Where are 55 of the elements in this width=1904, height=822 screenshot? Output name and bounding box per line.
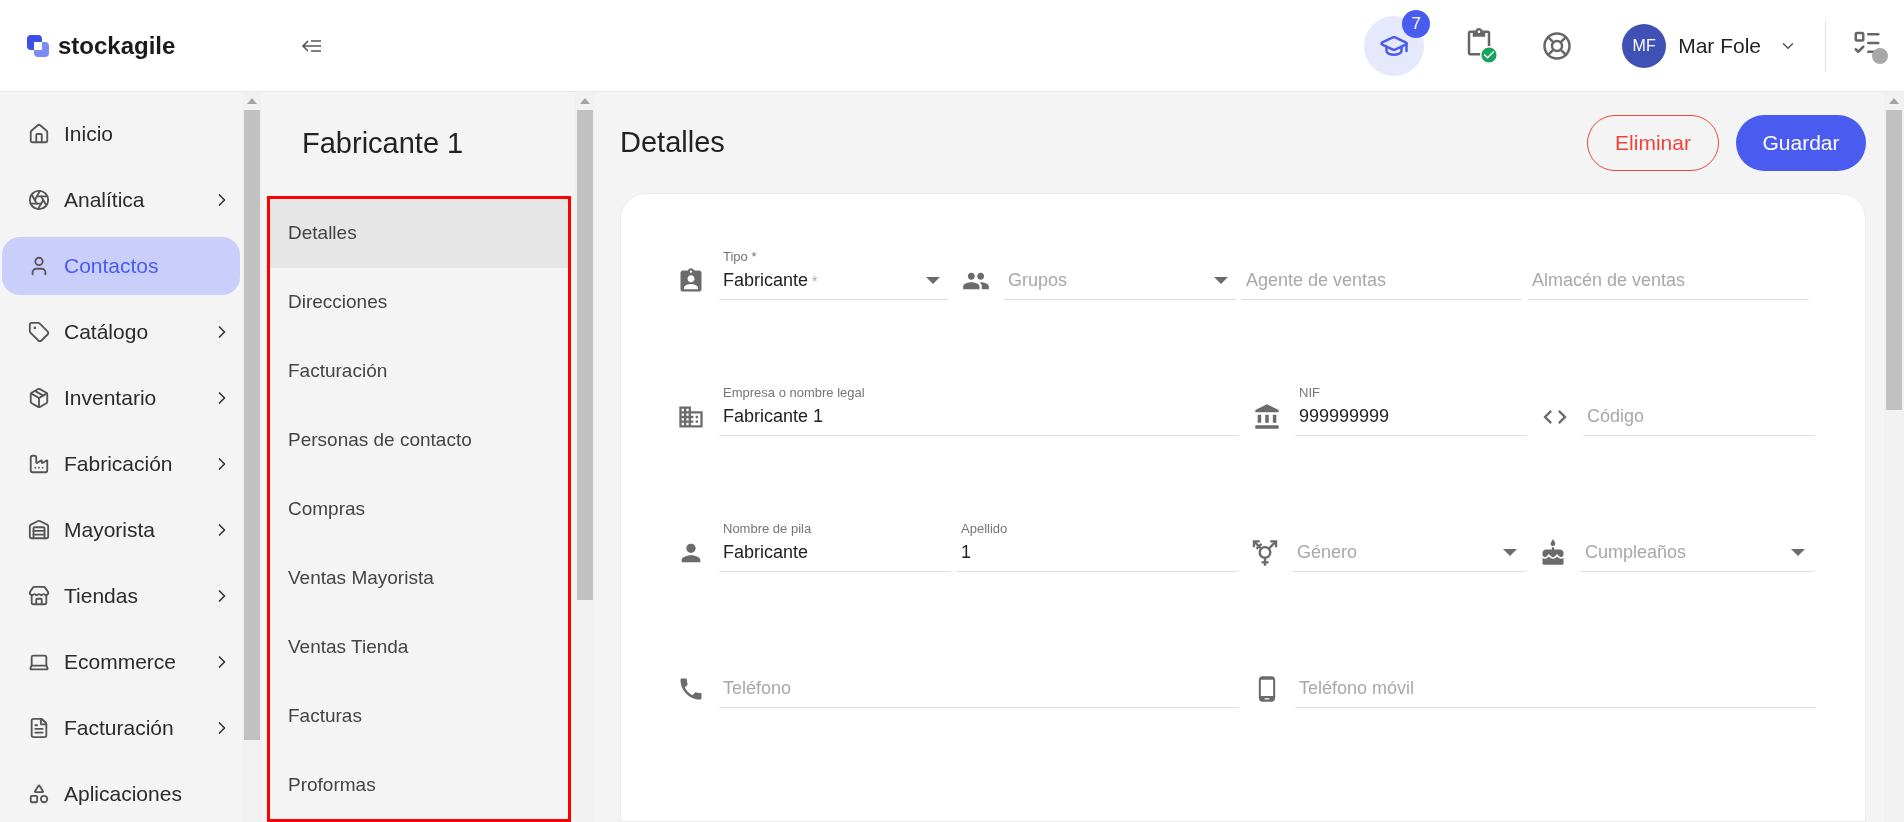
section-tab[interactable]: Facturas — [270, 682, 568, 751]
field-label: Apellido — [960, 521, 1008, 536]
scrollbar-thumb[interactable] — [1886, 110, 1902, 410]
sidebar-item[interactable]: Inventario — [2, 369, 240, 427]
shapes-icon — [28, 783, 50, 805]
tag-icon — [28, 321, 50, 343]
page-title: Detalles — [620, 124, 726, 160]
section-tab[interactable]: Personas de contacto — [270, 406, 568, 475]
user-avatar[interactable]: MF — [1622, 23, 1667, 68]
field-label: NIF — [1298, 385, 1320, 400]
logo-icon — [26, 33, 50, 58]
sidebar-item[interactable]: Facturación — [2, 699, 240, 757]
sidebar-item[interactable]: Analítica — [2, 171, 240, 229]
sidebar-item[interactable]: Tiendas — [2, 567, 240, 625]
dropdown-arrow-icon — [1503, 549, 1517, 556]
record-title: Fabricante 1 — [302, 126, 464, 162]
select-field[interactable]: Fabricante * — [719, 262, 948, 300]
logo-text: stockagile — [58, 30, 176, 61]
box-icon — [28, 387, 50, 409]
collapse-sidebar-icon[interactable] — [300, 37, 324, 54]
section-tab[interactable]: Proformas — [270, 751, 568, 819]
section-tab[interactable]: Compras — [270, 475, 568, 544]
section-tab[interactable]: Ventas Tienda — [270, 613, 568, 682]
notification-badge: 7 — [1402, 9, 1431, 38]
help-icon[interactable] — [1542, 30, 1573, 61]
gender-icon — [1251, 539, 1279, 567]
section-tab[interactable]: Ventas Mayorista — [270, 544, 568, 613]
field-label: Nombre de pila — [722, 521, 812, 536]
factory-icon — [28, 453, 50, 475]
user-name[interactable]: Mar Fole — [1678, 29, 1761, 62]
field-label: Tipo * — [722, 249, 757, 264]
scrollbar-thumb[interactable] — [577, 110, 593, 600]
section-tab[interactable]: Direcciones — [270, 268, 568, 337]
sidebar-item[interactable]: Ecommerce — [2, 633, 240, 691]
scrollbar-thumb[interactable] — [244, 110, 260, 740]
dropdown-arrow-icon — [926, 277, 940, 284]
sidebar-item[interactable]: Fabricación — [2, 435, 240, 493]
home-icon — [28, 123, 50, 145]
store-icon — [28, 585, 50, 607]
save-button[interactable]: Guardar — [1736, 114, 1866, 171]
sidebar-item[interactable]: Inicio — [2, 105, 240, 163]
dropdown-arrow-icon — [1214, 277, 1228, 284]
section-tab[interactable]: Facturación — [270, 337, 568, 406]
sidebar-item[interactable]: Mayorista — [2, 501, 240, 559]
input-field[interactable]: Fabricante — [719, 534, 951, 572]
dropdown-arrow-icon — [1791, 549, 1805, 556]
field-label: Empresa o nombre legal — [722, 385, 865, 400]
sidebar-item[interactable]: Catálogo — [2, 303, 240, 361]
document-icon — [28, 717, 50, 739]
bank-icon — [1253, 403, 1281, 431]
check-icon — [1480, 45, 1499, 64]
section-tab[interactable]: Detalles — [270, 199, 568, 268]
input-field[interactable]: 999999999 — [1295, 398, 1527, 436]
warehouse-icon — [28, 519, 50, 541]
sidebar-item[interactable]: Aplicaciones — [2, 765, 240, 822]
